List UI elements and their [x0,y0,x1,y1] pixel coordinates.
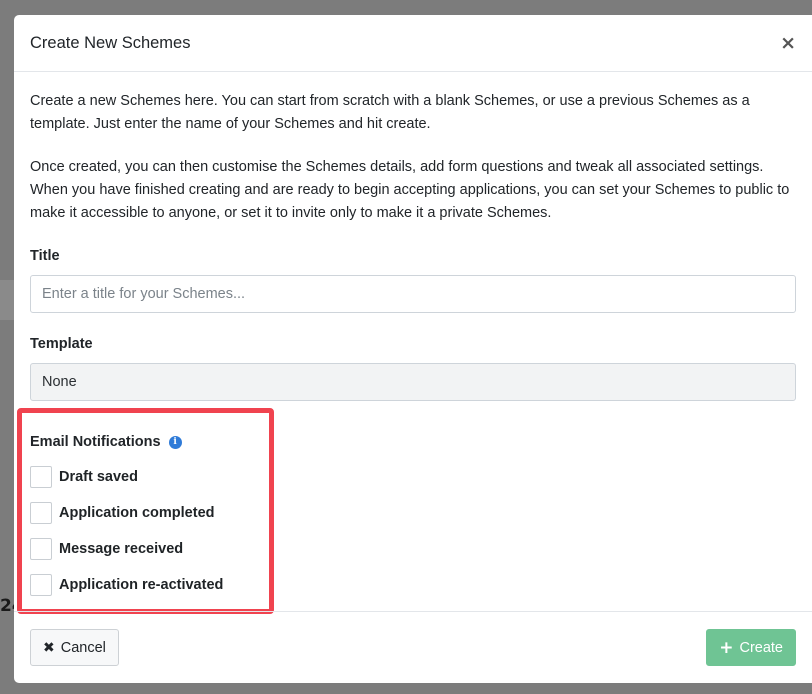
email-notifications-label-text: Email Notifications [30,434,161,450]
modal-body: Create a new Schemes here. You can start… [14,72,812,401]
checkbox-label: Application re-activated [59,576,224,593]
backdrop-row [0,280,14,320]
draft-saved-checkbox[interactable] [30,465,52,488]
plus-icon: + [719,637,734,658]
create-button[interactable]: + Create [706,629,796,666]
template-label: Template [30,336,93,352]
checkbox-row-message-received[interactable]: Message received [30,537,265,560]
email-notifications-label: Email Notifications i [30,432,265,452]
template-selected-value: None [42,374,77,390]
email-notifications-section: Email Notifications i Draft saved Applic… [30,432,265,608]
modal-title: Create New Schemes [30,33,191,52]
checkbox-row-application-reactivated[interactable]: Application re-activated [30,573,265,596]
cancel-button[interactable]: ✖ Cancel [30,629,119,666]
application-completed-checkbox[interactable] [30,501,52,524]
application-reactivated-checkbox[interactable] [30,573,52,596]
checkbox-label: Draft saved [59,468,138,485]
title-input[interactable] [30,275,796,313]
checkbox-label: Message received [59,540,184,557]
modal-footer: ✖ Cancel + Create [14,611,812,683]
modal-header: Create New Schemes × [14,15,812,72]
checkbox-row-application-completed[interactable]: Application completed [30,501,265,524]
description-paragraph: Create a new Schemes here. You can start… [30,93,750,132]
create-scheme-modal: Create New Schemes × Create a new Scheme… [14,15,812,683]
message-received-checkbox[interactable] [30,537,52,560]
checkbox-row-draft-saved[interactable]: Draft saved [30,465,265,488]
description-paragraph: Once created, you can then customise the… [30,159,790,221]
close-icon: ✖ [43,639,55,656]
cancel-button-label: Cancel [60,639,106,656]
close-icon[interactable]: × [780,33,796,53]
checkbox-label: Application completed [59,504,215,521]
title-label: Title [30,248,60,264]
create-button-label: Create [739,639,783,656]
template-select[interactable]: None [30,363,796,401]
info-icon[interactable]: i [168,435,182,449]
